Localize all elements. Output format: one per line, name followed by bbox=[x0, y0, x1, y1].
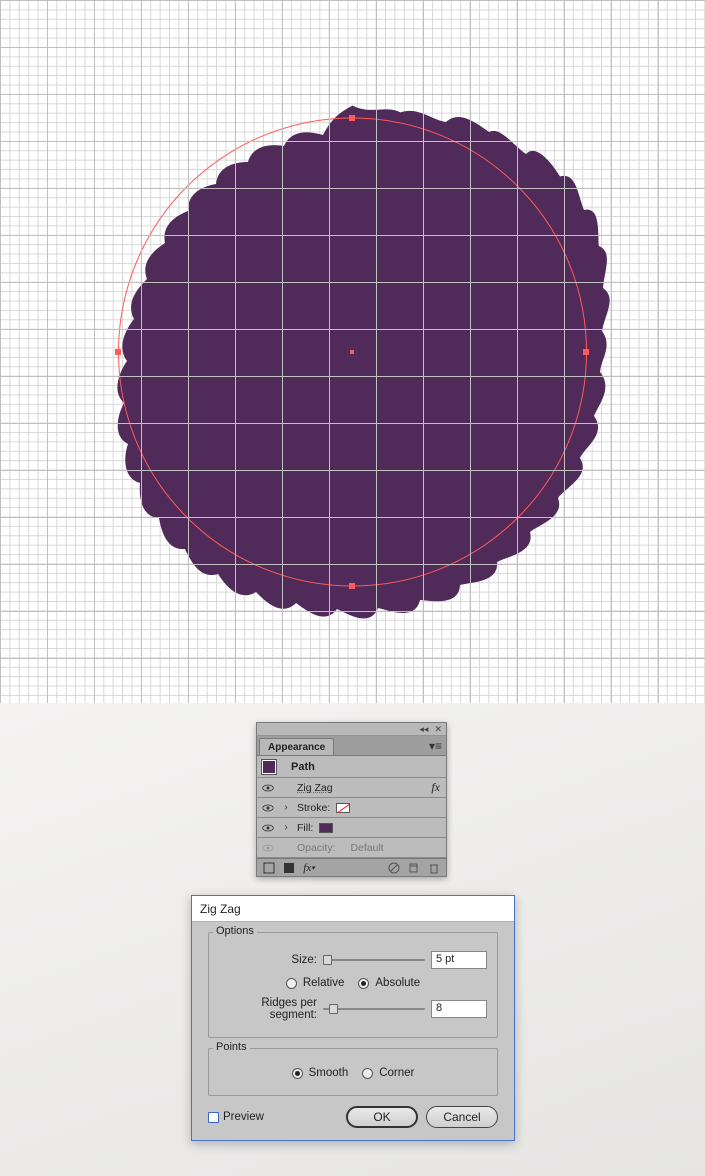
appearance-row-stroke[interactable]: › Stroke: bbox=[257, 798, 446, 818]
canvas-stage bbox=[0, 0, 705, 703]
panel-tabs: Appearance ▾≡ bbox=[257, 736, 446, 756]
ridges-label: Ridges per segment: bbox=[219, 997, 317, 1021]
anchor-right[interactable] bbox=[583, 349, 589, 355]
dialog-footer: Preview OK Cancel bbox=[208, 1106, 498, 1128]
target-thumbnail-swatch bbox=[261, 759, 277, 775]
trash-icon[interactable] bbox=[428, 862, 440, 874]
size-row: Size: 5 pt bbox=[219, 951, 487, 969]
size-input[interactable]: 5 pt bbox=[431, 951, 487, 969]
radio-icon bbox=[292, 1068, 303, 1079]
radio-corner-label: Corner bbox=[379, 1067, 414, 1079]
ok-button[interactable]: OK bbox=[346, 1106, 418, 1128]
lower-area: ◂◂ ✕ Appearance ▾≡ Path Zig Zag fx › Str… bbox=[0, 703, 705, 1176]
opacity-label: Opacity: bbox=[297, 842, 336, 854]
preview-checkbox[interactable]: Preview bbox=[208, 1111, 264, 1123]
size-label: Size: bbox=[219, 954, 317, 966]
radio-relative-label: Relative bbox=[303, 977, 345, 989]
anchor-bottom[interactable] bbox=[349, 583, 355, 589]
appearance-footer: fx▾ bbox=[257, 858, 446, 876]
visibility-eye-icon[interactable] bbox=[261, 841, 275, 855]
appearance-target-row[interactable]: Path bbox=[257, 756, 446, 778]
radio-icon bbox=[358, 978, 369, 989]
artboard-canvas[interactable] bbox=[0, 0, 705, 703]
opacity-value-text[interactable]: Default bbox=[350, 842, 383, 854]
radio-relative[interactable]: Relative bbox=[286, 977, 345, 989]
checkbox-icon bbox=[208, 1112, 219, 1123]
size-slider-thumb[interactable] bbox=[323, 955, 332, 965]
duplicate-icon[interactable] bbox=[408, 862, 420, 874]
ridges-row: Ridges per segment: 8 bbox=[219, 997, 487, 1021]
expand-arrow-icon[interactable]: › bbox=[281, 822, 291, 833]
stroke-swatch-none[interactable] bbox=[336, 803, 350, 813]
appearance-row-zigzag[interactable]: Zig Zag fx bbox=[257, 778, 446, 798]
stroke-label: Stroke: bbox=[297, 802, 330, 814]
visibility-eye-icon[interactable] bbox=[261, 801, 275, 815]
fx-menu-icon[interactable]: fx▾ bbox=[303, 862, 315, 874]
points-group: Points Smooth Corner bbox=[208, 1048, 498, 1096]
preview-label: Preview bbox=[223, 1111, 264, 1123]
tab-appearance[interactable]: Appearance bbox=[259, 738, 334, 755]
appearance-panel[interactable]: ◂◂ ✕ Appearance ▾≡ Path Zig Zag fx › Str… bbox=[256, 722, 447, 877]
appearance-row-fill[interactable]: › Fill: bbox=[257, 818, 446, 838]
radio-icon bbox=[286, 978, 297, 989]
clear-appearance-icon[interactable] bbox=[388, 862, 400, 874]
anchor-left[interactable] bbox=[115, 349, 121, 355]
ridges-slider[interactable] bbox=[323, 1003, 425, 1015]
ridges-input[interactable]: 8 bbox=[431, 1000, 487, 1018]
dialog-title: Zig Zag bbox=[192, 896, 514, 922]
fill-label: Fill: bbox=[297, 822, 313, 834]
effect-label[interactable]: Zig Zag bbox=[297, 782, 333, 794]
options-group: Options Size: 5 pt Relative bbox=[208, 932, 498, 1038]
visibility-eye-icon[interactable] bbox=[261, 781, 275, 795]
collapse-icon[interactable]: ◂◂ bbox=[419, 724, 428, 735]
points-legend: Points bbox=[213, 1041, 250, 1053]
fill-icon[interactable] bbox=[283, 862, 295, 874]
opacity-value[interactable] bbox=[342, 842, 345, 854]
panel-top-bar[interactable]: ◂◂ ✕ bbox=[257, 723, 446, 736]
zigzag-dialog[interactable]: Zig Zag Options Size: 5 pt Re bbox=[191, 895, 515, 1141]
radio-absolute[interactable]: Absolute bbox=[358, 977, 420, 989]
size-slider[interactable] bbox=[323, 954, 425, 966]
size-mode-row: Relative Absolute bbox=[219, 977, 487, 989]
fill-swatch[interactable] bbox=[319, 823, 333, 833]
options-legend: Options bbox=[213, 925, 257, 937]
radio-smooth[interactable]: Smooth bbox=[292, 1067, 349, 1079]
target-label: Path bbox=[285, 761, 315, 773]
visibility-eye-icon[interactable] bbox=[261, 821, 275, 835]
radio-icon bbox=[362, 1068, 373, 1079]
anchor-top[interactable] bbox=[349, 115, 355, 121]
points-row: Smooth Corner bbox=[219, 1067, 487, 1079]
close-icon[interactable]: ✕ bbox=[434, 724, 442, 735]
appearance-row-opacity[interactable]: Opacity: Default bbox=[257, 838, 446, 858]
radio-corner[interactable]: Corner bbox=[362, 1067, 414, 1079]
ridges-slider-thumb[interactable] bbox=[329, 1004, 338, 1014]
radio-smooth-label: Smooth bbox=[309, 1067, 349, 1079]
expand-arrow-icon[interactable]: › bbox=[281, 802, 291, 813]
fx-icon[interactable]: fx bbox=[431, 780, 440, 795]
radio-absolute-label: Absolute bbox=[375, 977, 420, 989]
no-fill-icon[interactable] bbox=[263, 862, 275, 874]
panel-menu-icon[interactable]: ▾≡ bbox=[429, 739, 442, 755]
center-point bbox=[350, 350, 354, 354]
cancel-button[interactable]: Cancel bbox=[426, 1106, 498, 1128]
